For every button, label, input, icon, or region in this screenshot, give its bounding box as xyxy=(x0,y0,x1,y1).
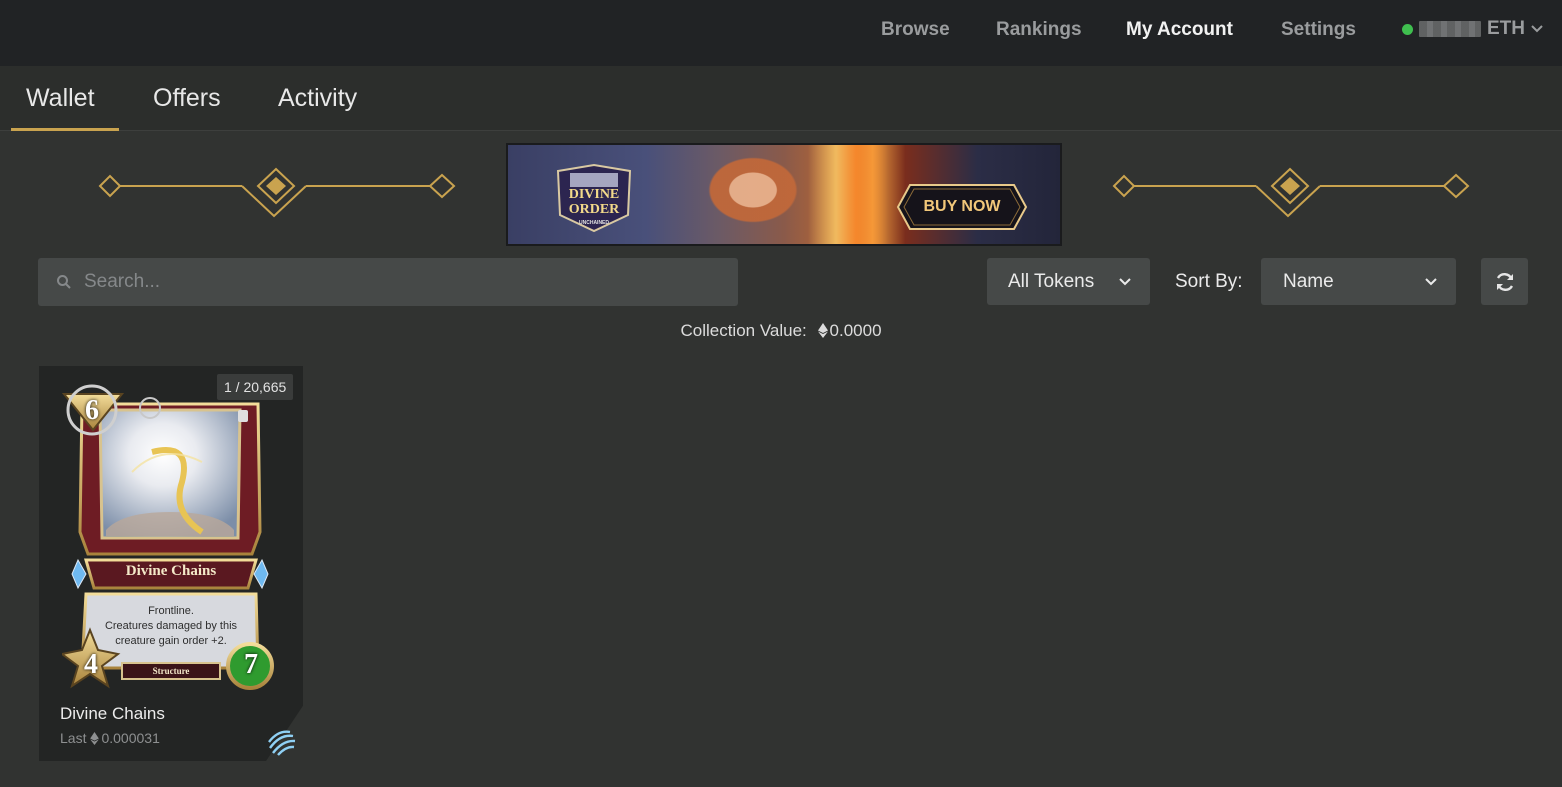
tab-offers[interactable]: Offers xyxy=(153,84,221,113)
card-attack: 4 xyxy=(84,649,98,680)
nav-my-account[interactable]: My Account xyxy=(1126,19,1233,41)
search-bar[interactable] xyxy=(38,258,738,306)
ethereum-icon xyxy=(817,323,828,338)
wallet-currency: ETH xyxy=(1487,18,1525,39)
buy-now-label: BUY NOW xyxy=(923,198,1001,215)
refresh-button[interactable] xyxy=(1481,258,1528,305)
chevron-down-icon xyxy=(1425,278,1437,286)
chevron-down-icon xyxy=(1119,278,1131,286)
logo-text-divine: DIVINE xyxy=(569,187,620,202)
card-description: Frontline. Creatures damaged by this cre… xyxy=(96,604,246,649)
active-tab-indicator xyxy=(11,128,119,131)
search-input[interactable] xyxy=(84,271,684,293)
token-filter-value: All Tokens xyxy=(1008,270,1095,292)
chevron-down-icon xyxy=(1531,25,1543,33)
divine-order-logo: DIVINE ORDER UNCHAINED xyxy=(556,163,632,233)
card-description-line-1: Frontline. xyxy=(148,605,194,617)
last-sale-price: Last 0.000031 xyxy=(60,730,160,746)
banner-fire-effect xyxy=(808,145,888,244)
token-filter-select[interactable]: All Tokens xyxy=(987,258,1150,305)
logo-text-unchained: UNCHAINED xyxy=(579,220,609,226)
sort-by-label: Sort By: xyxy=(1175,271,1243,292)
immutable-x-icon xyxy=(268,730,296,756)
nav-settings[interactable]: Settings xyxy=(1281,19,1356,41)
gold-divider-ornament-left xyxy=(98,167,456,218)
account-tabs: Wallet Offers Activity xyxy=(0,66,1562,131)
refresh-icon xyxy=(1496,272,1513,291)
card-health: 7 xyxy=(244,649,258,680)
buy-now-button[interactable]: BUY NOW xyxy=(896,183,1028,231)
logo-text-order: ORDER xyxy=(569,202,620,217)
search-icon xyxy=(57,275,71,289)
wallet-address-redacted xyxy=(1419,21,1481,37)
card-description-line-3: creature gain order +2. xyxy=(115,635,227,647)
gold-divider-ornament-right xyxy=(1112,167,1470,218)
collection-value: Collection Value: 0.0000 xyxy=(0,321,1562,341)
promo-banner[interactable]: DIVINE ORDER UNCHAINED BUY NOW xyxy=(506,143,1062,246)
banner-character-art xyxy=(678,145,828,244)
online-dot-icon xyxy=(1402,23,1413,35)
card-type: Structure xyxy=(152,666,190,676)
nav-rankings[interactable]: Rankings xyxy=(996,19,1082,41)
sort-select-value: Name xyxy=(1283,270,1334,292)
card-title: Divine Chains xyxy=(125,563,217,579)
last-sale-label: Last xyxy=(60,730,87,746)
collection-value-amount: 0.0000 xyxy=(829,321,882,340)
wallet-status-menu[interactable]: ETH xyxy=(1402,18,1543,40)
card-description-line-2: Creatures damaged by this xyxy=(104,620,238,632)
nav-browse[interactable]: Browse xyxy=(881,19,950,41)
card-mana-cost: 6 xyxy=(85,395,99,426)
last-sale-value: 0.000031 xyxy=(101,730,160,746)
ethereum-icon xyxy=(90,732,100,745)
edition-badge: 1 / 20,665 xyxy=(217,374,294,400)
sort-select[interactable]: Name xyxy=(1261,258,1456,305)
collection-value-label: Collection Value: xyxy=(680,321,807,340)
tab-activity[interactable]: Activity xyxy=(278,84,357,113)
tab-wallet[interactable]: Wallet xyxy=(26,84,95,113)
card-name: Divine Chains xyxy=(60,704,165,723)
